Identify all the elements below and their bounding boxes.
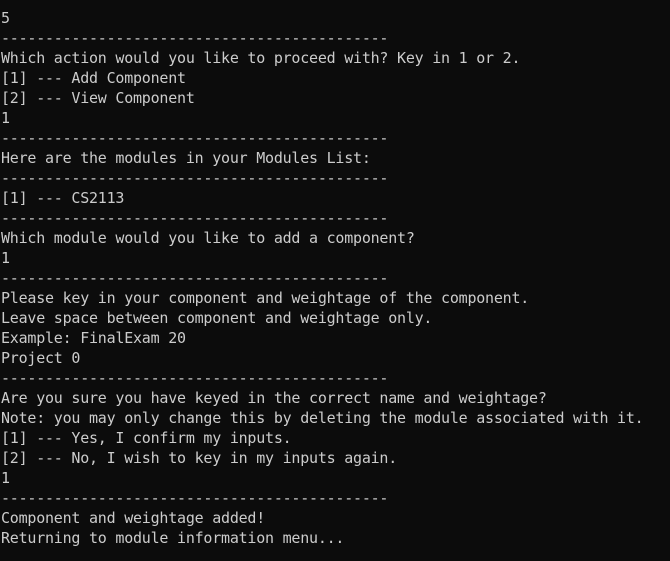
module-select-prompt: Which module would you like to add a com…	[1, 229, 415, 247]
user-input-line: 1	[1, 109, 10, 127]
confirm-prompt: Are you sure you have keyed in the corre…	[1, 389, 547, 407]
separator-line: ----------------------------------------…	[1, 209, 389, 227]
console-line: 5	[1, 9, 10, 27]
module-list-item: [1] --- CS2113	[1, 189, 125, 207]
user-input-line: 1	[1, 249, 10, 267]
component-entry-prompt: Please key in your component and weighta…	[1, 289, 530, 307]
separator-line: ----------------------------------------…	[1, 269, 389, 287]
separator-line: ----------------------------------------…	[1, 129, 389, 147]
user-input-line: 1	[1, 469, 10, 487]
option-reenter-inputs: [2] --- No, I wish to key in my inputs a…	[1, 449, 398, 467]
action-prompt: Which action would you like to proceed w…	[1, 49, 521, 67]
component-entry-example: Example: FinalExam 20	[1, 329, 186, 347]
separator-line: ----------------------------------------…	[1, 369, 389, 387]
option-add-component: [1] --- Add Component	[1, 69, 186, 87]
separator-line: ----------------------------------------…	[1, 489, 389, 507]
success-message: Component and weightage added!	[1, 509, 266, 527]
user-input-line: Project 0	[1, 349, 81, 367]
console-window[interactable]: 5 --------------------------------------…	[0, 0, 670, 561]
separator-line: ----------------------------------------…	[1, 169, 389, 187]
separator-line: ----------------------------------------…	[1, 29, 389, 47]
option-view-component: [2] --- View Component	[1, 89, 195, 107]
component-entry-instruction: Leave space between component and weight…	[1, 309, 433, 327]
modules-list-heading: Here are the modules in your Modules Lis…	[1, 149, 371, 167]
option-confirm-inputs: [1] --- Yes, I confirm my inputs.	[1, 429, 292, 447]
confirm-note: Note: you may only change this by deleti…	[1, 409, 644, 427]
returning-message: Returning to module information menu...	[1, 529, 345, 547]
